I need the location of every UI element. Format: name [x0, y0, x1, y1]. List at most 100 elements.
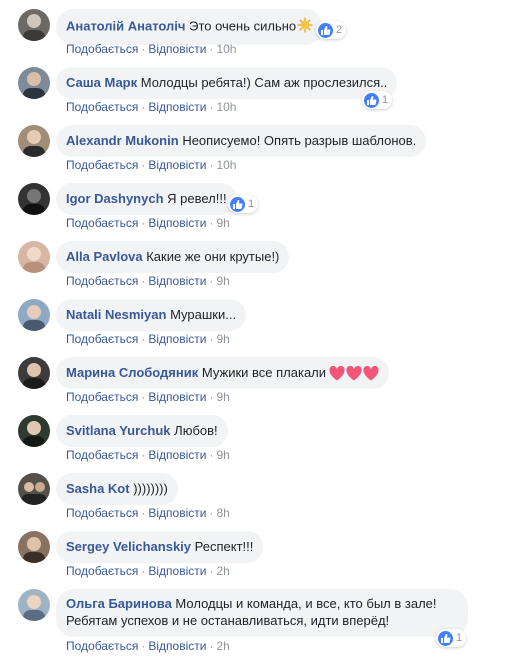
avatar[interactable]: [18, 299, 50, 331]
like-link[interactable]: Подобається: [66, 274, 138, 288]
heart-icon: [329, 366, 345, 381]
comment-time[interactable]: 10h: [216, 100, 236, 114]
comment-actions: Подобається · Відповісти · 9h: [66, 216, 230, 230]
reaction-number: 2: [336, 24, 343, 36]
comment-line: Ольга Баринова Молодцы и команда, и все,…: [66, 595, 458, 612]
comment-time[interactable]: 2h: [216, 639, 229, 653]
reply-link[interactable]: Відповісти: [148, 42, 206, 56]
reaction-number: 1: [382, 94, 389, 106]
comment-text: Респект!!!: [194, 539, 254, 554]
comment-text: Мужики все плакали: [201, 365, 327, 380]
comment-bubble: Sergey Velichanskiy Респект!!!: [56, 531, 264, 563]
avatar[interactable]: [18, 125, 50, 157]
comment-author[interactable]: Sergey Velichanskiy: [66, 539, 191, 554]
avatar[interactable]: [18, 241, 50, 273]
reply-link[interactable]: Відповісти: [148, 506, 206, 520]
like-link[interactable]: Подобається: [66, 506, 138, 520]
separator: ·: [141, 390, 146, 404]
comment-text: Какие же они крутые!): [146, 249, 280, 264]
like-link[interactable]: Подобається: [66, 158, 138, 172]
comment-author[interactable]: Igor Dashynych: [66, 191, 164, 206]
reply-link[interactable]: Відповісти: [148, 390, 206, 404]
reaction-count[interactable]: 1: [362, 91, 393, 109]
reply-link[interactable]: Відповісти: [148, 639, 206, 653]
comment-actions: Подобається · Відповісти · 9h: [66, 274, 230, 288]
separator: ·: [141, 216, 146, 230]
comment-time[interactable]: 9h: [216, 216, 229, 230]
heart-icon: [346, 366, 362, 381]
reaction-count[interactable]: 2: [316, 21, 347, 39]
avatar[interactable]: [18, 67, 50, 99]
like-link[interactable]: Подобається: [66, 216, 138, 230]
avatar[interactable]: [18, 357, 50, 389]
separator: ·: [209, 448, 214, 462]
reply-link[interactable]: Відповісти: [148, 564, 206, 578]
avatar[interactable]: [18, 589, 50, 621]
comment-time[interactable]: 10h: [216, 42, 236, 56]
comment-time[interactable]: 8h: [216, 506, 229, 520]
separator: ·: [209, 639, 214, 653]
avatar[interactable]: [18, 9, 50, 41]
comment-actions: Подобається · Відповісти · 9h: [66, 332, 230, 346]
reaction-count[interactable]: 1: [228, 195, 259, 213]
comment-actions: Подобається · Відповісти · 10h: [66, 158, 236, 172]
avatar[interactable]: [18, 473, 50, 505]
like-link[interactable]: Подобається: [66, 100, 138, 114]
comment-text: )))))))): [133, 481, 168, 496]
separator: ·: [141, 274, 146, 288]
comment-author[interactable]: Svitlana Yurchuk: [66, 423, 171, 438]
separator: ·: [209, 158, 214, 172]
like-link[interactable]: Подобається: [66, 332, 138, 346]
reply-link[interactable]: Відповісти: [148, 332, 206, 346]
comment-time[interactable]: 10h: [216, 158, 236, 172]
comment-actions: Подобається · Відповісти · 10h: [66, 42, 236, 56]
comment-text: Неописуемо! Опять разрыв шаблонов.: [182, 133, 417, 148]
comment-text: Мурашки...: [170, 307, 237, 322]
comment-bubble: Sasha Kot )))))))): [56, 473, 178, 505]
like-link[interactable]: Подобається: [66, 564, 138, 578]
comment-author[interactable]: Sasha Kot: [66, 481, 130, 496]
comment-bubble: Natali Nesmiyan Мурашки...: [56, 299, 247, 331]
comment-bubble: Alexandr Mukonin Неописуемо! Опять разры…: [56, 125, 427, 157]
separator: ·: [141, 639, 146, 653]
comment-author[interactable]: Alexandr Mukonin: [66, 133, 179, 148]
sun-icon: [297, 17, 313, 37]
comment-author[interactable]: Анатолій Анатоліч: [66, 18, 185, 33]
like-link[interactable]: Подобається: [66, 42, 138, 56]
comment-author[interactable]: Natali Nesmiyan: [66, 307, 166, 322]
reply-link[interactable]: Відповісти: [148, 274, 206, 288]
comment-actions: Подобається · Відповісти · 2h: [66, 639, 230, 653]
comment-actions: Подобається · Відповісти · 8h: [66, 506, 230, 520]
heart-icon: [363, 366, 379, 381]
separator: ·: [141, 448, 146, 462]
reply-link[interactable]: Відповісти: [148, 216, 206, 230]
reply-link[interactable]: Відповісти: [148, 158, 206, 172]
reaction-count[interactable]: 1: [436, 629, 467, 647]
separator: ·: [209, 42, 214, 56]
avatar[interactable]: [18, 415, 50, 447]
separator: ·: [209, 216, 214, 230]
like-link[interactable]: Подобається: [66, 639, 138, 653]
hearts-emoji: [329, 366, 379, 381]
comment-time[interactable]: 9h: [216, 274, 229, 288]
like-link[interactable]: Подобається: [66, 390, 138, 404]
comment-author[interactable]: Марина Слободяник: [66, 365, 198, 380]
reply-link[interactable]: Відповісти: [148, 100, 206, 114]
comment-time[interactable]: 9h: [216, 332, 229, 346]
separator: ·: [141, 100, 146, 114]
comment-author[interactable]: Alla Pavlova: [66, 249, 143, 264]
comment-author[interactable]: Ольга Баринова: [66, 596, 172, 611]
comment-time[interactable]: 2h: [216, 564, 229, 578]
comment-time[interactable]: 9h: [216, 448, 229, 462]
reply-link[interactable]: Відповісти: [148, 448, 206, 462]
separator: ·: [209, 274, 214, 288]
avatar[interactable]: [18, 183, 50, 215]
comment-text: Молодцы и команда, и все, кто был в зале…: [175, 596, 437, 611]
comment-actions: Подобається · Відповісти · 9h: [66, 448, 230, 462]
avatar[interactable]: [18, 531, 50, 563]
like-link[interactable]: Подобається: [66, 448, 138, 462]
comment-author[interactable]: Саша Марк: [66, 75, 137, 90]
reaction-number: 1: [248, 198, 255, 210]
comment-time[interactable]: 9h: [216, 390, 229, 404]
comment-actions: Подобається · Відповісти · 9h: [66, 390, 230, 404]
